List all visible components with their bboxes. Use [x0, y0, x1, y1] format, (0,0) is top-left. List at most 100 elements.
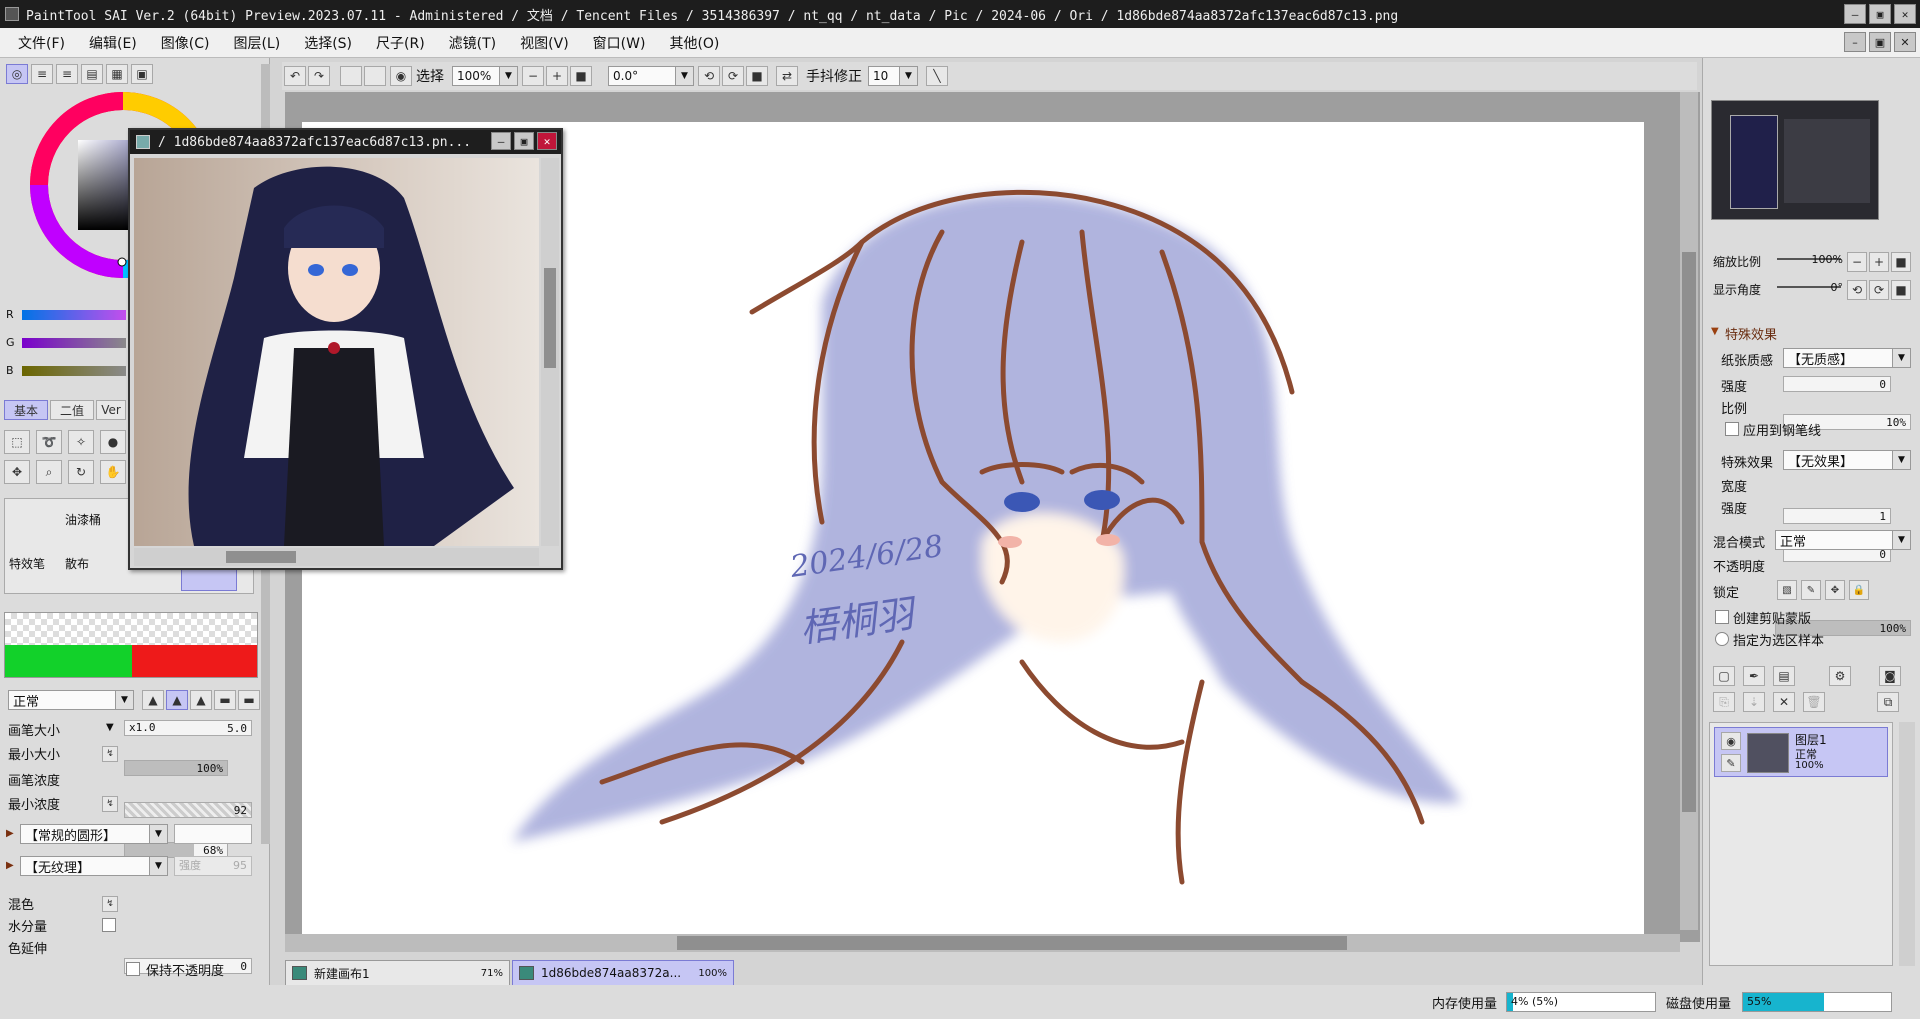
menu-filter[interactable]: 滤镜(T)	[437, 29, 508, 57]
effect-width-slider[interactable]: 1	[1783, 508, 1891, 524]
pencil-icon[interactable]: ✎	[1721, 754, 1741, 772]
minimize-button[interactable]: –	[1844, 4, 1866, 24]
vscroll-thumb[interactable]	[1682, 252, 1696, 812]
color-wheel-icon[interactable]: ◎	[6, 64, 28, 84]
tip-flat-icon[interactable]: ▬	[214, 690, 236, 710]
tip-soft-icon[interactable]: ▲	[190, 690, 212, 710]
subwindow-title-bar[interactable]: / 1d86bde874aa8372afc137eac6d87c13.pn...…	[130, 130, 561, 154]
swatch-icon[interactable]: ▤	[81, 64, 103, 84]
r-slider[interactable]	[22, 310, 126, 320]
hscroll-thumb[interactable]	[677, 936, 1347, 950]
layer-row[interactable]: ◉ ✎ 图层1 正常 100%	[1714, 727, 1888, 777]
water-checkbox[interactable]	[102, 918, 116, 932]
effect-dropdown[interactable]: 【无效果】 ▼	[1783, 450, 1911, 470]
menu-window[interactable]: 窗口(W)	[581, 29, 658, 57]
rotate-reset-icon[interactable]: ■	[746, 66, 768, 86]
chevron-down-icon[interactable]: ▼	[106, 722, 114, 733]
pressure-icon[interactable]: ↯	[102, 796, 118, 812]
primary-color-swatch[interactable]	[5, 645, 132, 677]
lock-transparency-icon[interactable]: ▧	[1777, 580, 1797, 600]
subwindow-vscroll-thumb[interactable]	[544, 268, 556, 368]
menu-file[interactable]: 文件(F)	[6, 29, 77, 57]
line-tool-icon[interactable]: ╲	[926, 66, 948, 86]
brush-shape-dropdown[interactable]: 【常规的圆形】 ▼	[20, 824, 168, 844]
layer-blend-dropdown[interactable]: 正常 ▼	[1775, 530, 1911, 550]
subwindow-hscroll-thumb[interactable]	[226, 551, 296, 563]
expand-triangle-icon[interactable]: ▶	[6, 828, 14, 839]
mdi-minimize-button[interactable]: –	[1844, 32, 1866, 52]
min-size-slider[interactable]: 100%	[124, 760, 228, 776]
redo-icon[interactable]: ↷	[308, 66, 330, 86]
eye-icon[interactable]: ◉	[390, 66, 412, 86]
layer-list-scrollbar[interactable]	[1899, 722, 1915, 966]
subwindow-vscrollbar[interactable]	[541, 158, 559, 546]
navigator-viewport[interactable]	[1730, 115, 1778, 209]
move-icon[interactable]: ✥	[4, 460, 30, 484]
layer-transfer-icon[interactable]: ⧉	[1877, 692, 1899, 712]
maximize-button[interactable]: ▣	[1869, 4, 1891, 24]
subwindow-close-button[interactable]: ✕	[537, 132, 557, 150]
menu-image[interactable]: 图像(C)	[149, 29, 222, 57]
pressure-icon[interactable]: ↯	[102, 896, 118, 912]
tab-basic[interactable]: 基本	[4, 400, 48, 420]
texture-strength-field[interactable]: 强度 95	[174, 856, 252, 876]
mdi-close-button[interactable]: ✕	[1894, 32, 1916, 52]
select-pen-icon[interactable]: ●	[100, 430, 126, 454]
copy-layer-icon[interactable]: ⎘	[1713, 692, 1735, 712]
lasso-icon[interactable]: ➰	[36, 430, 62, 454]
brush-effect-pen[interactable]: 特效笔	[9, 555, 45, 572]
layer-mask-icon[interactable]: ◙	[1879, 666, 1901, 686]
menu-view[interactable]: 视图(V)	[508, 29, 581, 57]
selection-source-radio[interactable]	[1715, 632, 1729, 646]
menu-edit[interactable]: 编辑(E)	[77, 29, 149, 57]
zoom-in-icon[interactable]: +	[546, 66, 568, 86]
new-folder-icon[interactable]: ▤	[1773, 666, 1795, 686]
rect-select-icon[interactable]: ⬚	[4, 430, 30, 454]
deselect-icon[interactable]	[340, 66, 362, 86]
menu-other[interactable]: 其他(O)	[657, 29, 731, 57]
blend-mode-dropdown[interactable]: 正常 ▼	[8, 690, 134, 710]
clip-mask-checkbox[interactable]	[1715, 610, 1729, 624]
secondary-color-swatch[interactable]	[132, 645, 257, 677]
canvas-hscrollbar[interactable]	[285, 934, 1680, 952]
angle-dropdown[interactable]: 0.0° ▼	[608, 66, 694, 86]
scratchpad-icon[interactable]: ▣	[131, 64, 153, 84]
brush-size-slider[interactable]: x1.0 5.0	[124, 720, 252, 736]
b-slider[interactable]	[22, 366, 126, 376]
texture-dropdown[interactable]: 【无纹理】 ▼	[20, 856, 168, 876]
color-swatch-panel[interactable]	[4, 612, 258, 678]
eye-icon[interactable]: ◉	[1721, 732, 1741, 750]
magic-wand-icon[interactable]: ✧	[68, 430, 94, 454]
zoom-tool-icon[interactable]: ⌕	[36, 460, 62, 484]
merge-down-icon[interactable]: ⇣	[1743, 692, 1765, 712]
density-slider[interactable]: 92	[124, 802, 252, 818]
reference-subwindow[interactable]: / 1d86bde874aa8372afc137eac6d87c13.pn...…	[128, 128, 563, 570]
hand-icon[interactable]: ✋	[100, 460, 126, 484]
clear-layer-icon[interactable]: ✕	[1773, 692, 1795, 712]
menu-layer[interactable]: 图层(L)	[221, 29, 292, 57]
navigator-preview[interactable]	[1711, 100, 1879, 220]
g-slider[interactable]	[22, 338, 126, 348]
keep-opacity-checkbox[interactable]	[126, 962, 140, 976]
apply-pen-checkbox[interactable]	[1725, 422, 1739, 436]
collapse-triangle-icon[interactable]: ▼	[1711, 326, 1719, 337]
brush-bucket[interactable]: 油漆桶	[65, 511, 101, 528]
flip-icon[interactable]: ⇄	[776, 66, 798, 86]
nav-rotate-reset-icon[interactable]: ■	[1891, 280, 1911, 300]
paper-dropdown[interactable]: 【无质感】 ▼	[1783, 348, 1911, 368]
mixer-icon[interactable]: ▦	[106, 64, 128, 84]
tab-binary[interactable]: 二值	[50, 400, 94, 420]
menu-ruler[interactable]: 尺子(R)	[364, 29, 437, 57]
close-button[interactable]: ✕	[1894, 4, 1916, 24]
lock-paint-icon[interactable]: ✎	[1801, 580, 1821, 600]
rotate-tool-icon[interactable]: ↻	[68, 460, 94, 484]
new-layer-icon[interactable]: ▢	[1713, 666, 1735, 686]
invert-select-icon[interactable]	[364, 66, 386, 86]
canvas-vscrollbar[interactable]	[1680, 92, 1698, 930]
new-pen-layer-icon[interactable]: ✒	[1743, 666, 1765, 686]
rgb-slider-icon[interactable]: ≡	[31, 64, 53, 84]
lock-move-icon[interactable]: ✥	[1825, 580, 1845, 600]
shape-strength-field[interactable]	[174, 824, 252, 844]
rotate-right-icon[interactable]: ⟳	[722, 66, 744, 86]
nav-zoom-in-icon[interactable]: +	[1869, 252, 1889, 272]
